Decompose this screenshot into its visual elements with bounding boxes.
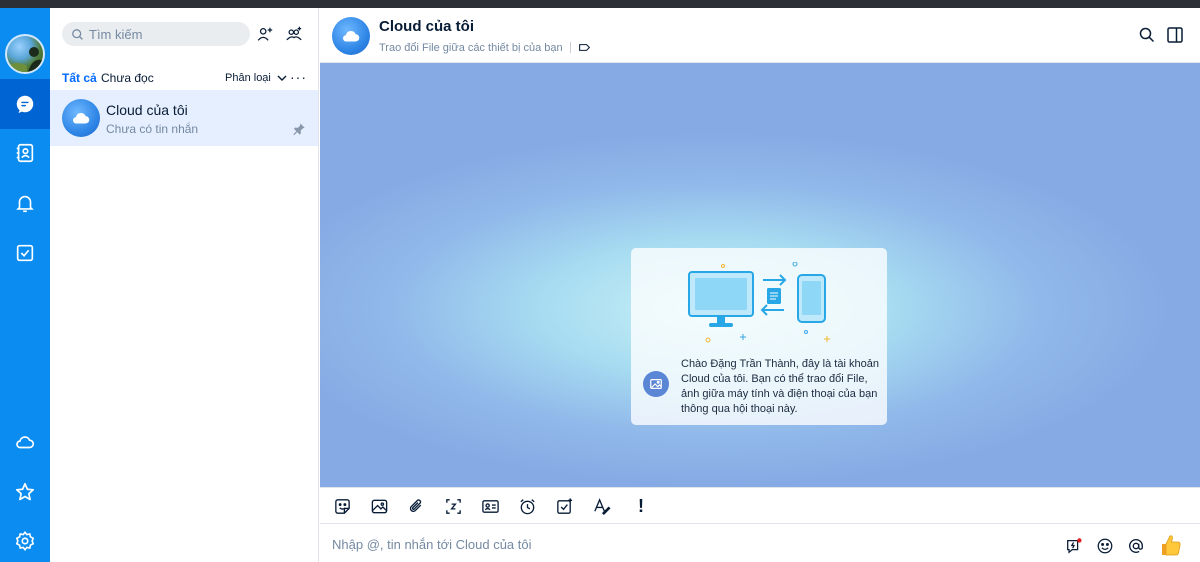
chevron-down-icon <box>277 75 287 81</box>
format-text-icon[interactable] <box>591 496 611 516</box>
reminder-icon[interactable] <box>517 496 537 516</box>
tab-all[interactable]: Tất cả <box>62 68 97 92</box>
classify-dropdown[interactable]: Phân loại <box>225 68 288 88</box>
search-icon[interactable] <box>1138 26 1156 44</box>
window-top-bar <box>0 0 1200 8</box>
screenshot-icon[interactable] <box>443 496 463 516</box>
thumbs-up-icon[interactable] <box>1158 532 1184 558</box>
emoji-icon[interactable] <box>1095 536 1115 556</box>
add-friend-icon[interactable] <box>255 24 275 44</box>
cloud-avatar-icon <box>62 99 100 137</box>
tab-unread[interactable]: Chưa đọc <box>101 68 154 92</box>
conversation-filters: Tất cả Chưa đọc Phân loại ··· <box>50 64 318 92</box>
image-icon[interactable] <box>369 496 389 516</box>
avatar[interactable] <box>5 34 45 74</box>
search-icon <box>72 28 83 40</box>
cloud-icon[interactable] <box>0 417 50 467</box>
welcome-card: Chào Đặng Trần Thành, đây là tài khoản C… <box>631 248 887 425</box>
tag-icon[interactable] <box>578 41 591 54</box>
chat-subtitle: Trao đổi File giữa các thiết bị của bạn <box>379 41 563 54</box>
chat-title: Cloud của tôi <box>379 18 474 35</box>
pin-icon <box>293 123 305 136</box>
star-icon[interactable] <box>0 467 50 517</box>
composer <box>320 524 1200 562</box>
create-group-icon[interactable] <box>284 24 304 44</box>
conversation-preview: Chưa có tin nhắn <box>106 122 199 136</box>
device-sync-illustration <box>688 262 830 343</box>
chat-subtitle-row: Trao đổi File giữa các thiết bị của bạn <box>379 41 591 54</box>
chat-area: Chào Đặng Trần Thành, đây là tài khoản C… <box>320 63 1200 487</box>
composer-toolbar: ! <box>320 487 1200 524</box>
conversation-list-panel: Tất cả Chưa đọc Phân loại ··· Cloud của … <box>50 8 319 562</box>
search-box[interactable] <box>62 22 250 46</box>
attachment-icon[interactable] <box>406 496 426 516</box>
contact-card-icon[interactable] <box>480 496 500 516</box>
bell-icon[interactable] <box>0 178 50 228</box>
mention-icon[interactable] <box>1126 536 1146 556</box>
chat-header: Cloud của tôi Trao đổi File giữa các thi… <box>320 8 1200 63</box>
toggle-sidebar-icon[interactable] <box>1166 26 1184 44</box>
todo-icon[interactable] <box>0 228 50 278</box>
chat-icon[interactable] <box>0 79 50 129</box>
nav-rail <box>0 8 50 562</box>
cloud-avatar-icon[interactable] <box>332 17 370 55</box>
search-input[interactable] <box>89 26 239 42</box>
conversation-name: Cloud của tôi <box>106 102 188 118</box>
list-item[interactable]: Cloud của tôi Chưa có tin nhắn <box>50 90 318 146</box>
urgent-icon[interactable]: ! <box>631 496 651 516</box>
contacts-icon[interactable] <box>0 128 50 178</box>
welcome-message: Chào Đặng Trần Thành, đây là tài khoản C… <box>681 358 879 415</box>
more-options-icon[interactable]: ··· <box>290 70 307 84</box>
task-icon[interactable] <box>554 496 574 516</box>
classify-label: Phân loại <box>225 72 271 84</box>
settings-icon[interactable] <box>0 516 50 562</box>
message-input[interactable] <box>332 534 1032 554</box>
image-badge-icon <box>643 371 669 397</box>
sticker-icon[interactable] <box>332 496 352 516</box>
quick-message-icon[interactable] <box>1064 536 1084 556</box>
divider <box>569 42 571 53</box>
